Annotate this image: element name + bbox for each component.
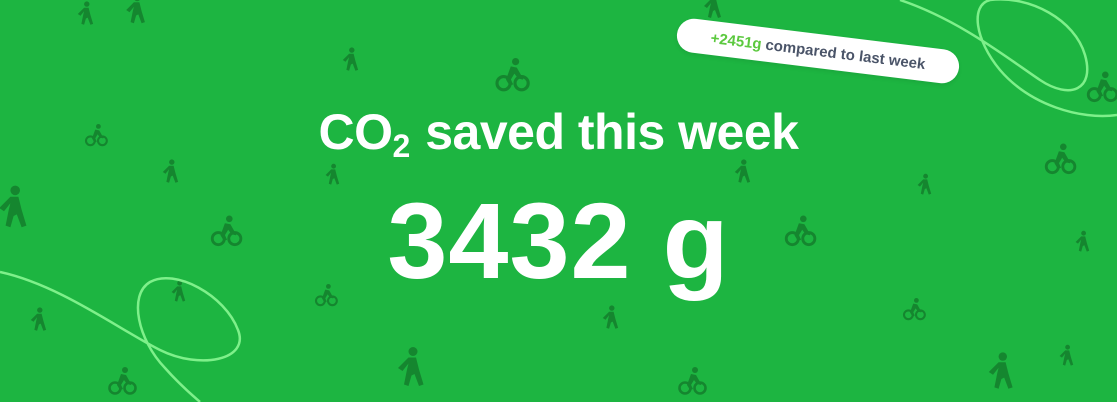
cyclist-icon	[495, 56, 530, 92]
cyclist-icon	[1086, 70, 1117, 103]
headline-prefix: CO	[318, 104, 394, 160]
walking-person-icon	[988, 352, 1013, 389]
walking-person-icon	[704, 0, 721, 18]
cyclist-icon	[108, 365, 137, 395]
value-unit: g	[662, 180, 730, 301]
co2-saved-value: 3432 g	[0, 176, 1117, 306]
walking-person-icon	[398, 347, 424, 386]
cyclist-icon	[678, 365, 707, 395]
headline-suffix: saved this week	[425, 104, 799, 160]
walking-person-icon	[30, 307, 47, 331]
walking-person-icon	[77, 1, 94, 25]
walking-person-icon	[126, 0, 145, 24]
comparison-delta: +2451g	[709, 29, 763, 53]
value-amount: 3432	[387, 180, 632, 301]
walking-person-icon	[602, 305, 619, 329]
headline-subscript: 2	[392, 128, 411, 164]
walking-person-icon	[1059, 344, 1074, 366]
walking-person-icon	[342, 47, 359, 71]
headline: CO2 saved this week	[0, 100, 1117, 170]
co2-savings-banner: CO2 saved this week 3432 g +2451g compar…	[0, 0, 1117, 402]
